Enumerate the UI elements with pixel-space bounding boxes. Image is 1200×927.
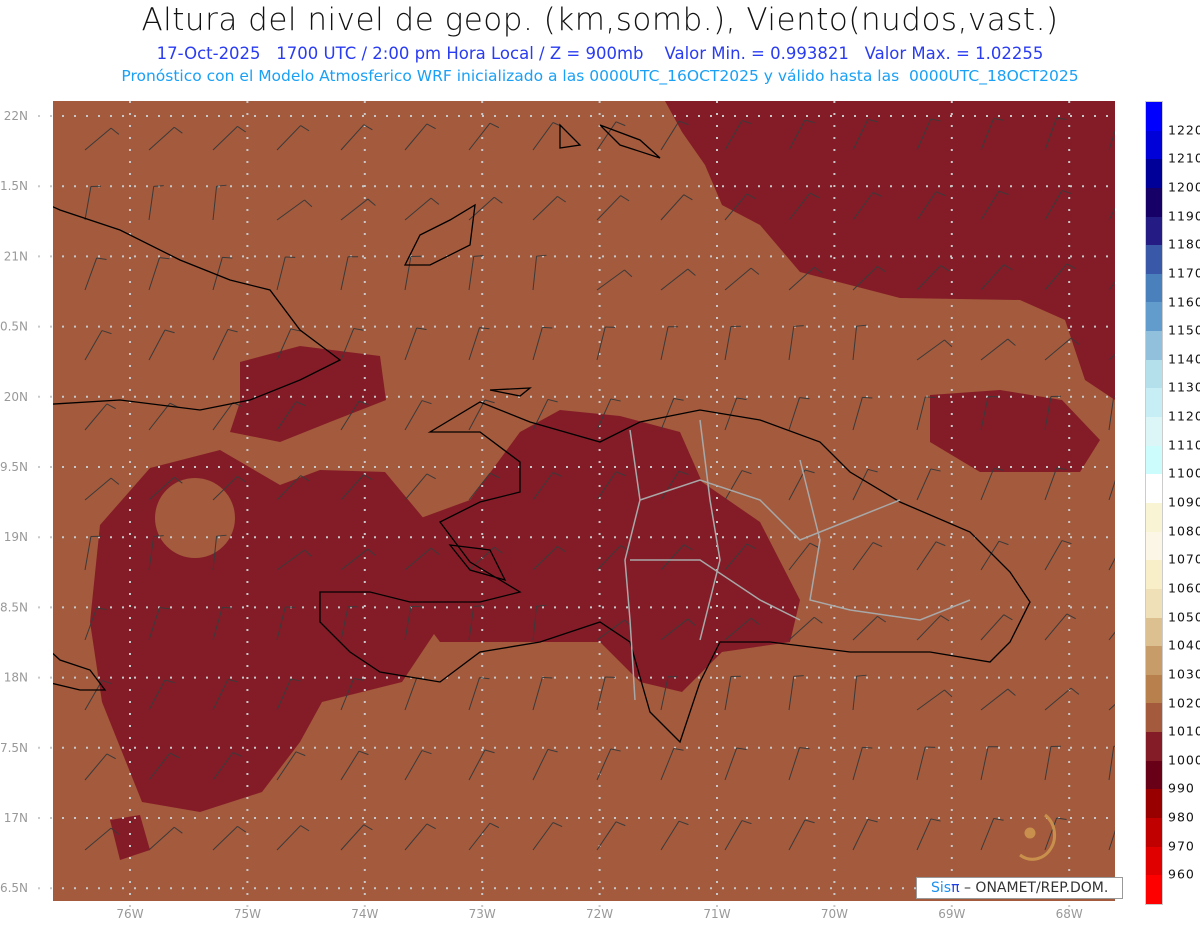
colorbar-label: 960 [1168,866,1195,882]
colorbar-label: 1080 [1168,523,1200,539]
colorbar-label: 1110 [1168,437,1200,453]
credit-sis: Sis [931,880,952,896]
colorbar-swatch [1146,417,1162,446]
colorbar-label: 1150 [1168,322,1200,338]
colorbar-label: 970 [1168,838,1195,854]
colorbar-swatch [1146,331,1162,360]
lon-label: 72W [586,907,613,921]
colorbar-swatch [1146,245,1162,274]
colorbar-label: 980 [1168,809,1195,825]
colorbar-label: 1000 [1168,752,1200,768]
colorbar-label: 1160 [1168,294,1200,309]
lat-label: 7.5N [0,741,28,755]
colorbar [1145,101,1163,905]
lat-label: 20N [4,390,28,404]
credit-box: Sisπ – ONAMET/REP.DOM. [916,877,1123,899]
colorbar-swatch [1146,388,1162,418]
lat-label: 6.5N [0,881,28,895]
lat-label: 9.5N [0,460,28,474]
colorbar-swatch [1146,102,1162,131]
colorbar-swatch [1146,617,1162,647]
lon-label: 71W [703,907,730,921]
lon-label: 75W [234,907,261,921]
lat-label: 8.5N [0,600,28,614]
credit-pi: π [951,880,960,896]
colorbar-swatch [1146,216,1162,246]
lon-label: 76W [116,907,143,921]
colorbar-swatch [1146,187,1162,217]
colorbar-swatch [1146,474,1162,503]
colorbar-label: 1050 [1168,609,1200,625]
colorbar-label: 1140 [1168,351,1200,367]
colorbar-swatch [1146,130,1162,160]
colorbar-label: 1010 [1168,723,1200,739]
colorbar-swatch [1146,302,1162,332]
colorbar-label: 1170 [1168,265,1200,281]
colorbar-swatch [1146,273,1162,303]
colorbar-label: 1210 [1168,150,1200,166]
credit-text: – ONAMET/REP.DOM. [963,880,1109,896]
latitude-labels: 22N 1.5N 21N 0.5N 20N 9.5N 19N 8.5N 18N 7.5N 17N 6.… [0,109,28,895]
colorbar-label: 1030 [1168,666,1200,682]
colorbar-swatch [1146,502,1162,532]
colorbar-swatch [1146,875,1162,904]
map: 22N 1.5N 21N 0.5N 20N 9.5N 19N 8.5N 18N 7.5N 17N 6.… [0,101,1115,921]
lat-label: 17N [4,811,28,825]
lon-label: 73W [469,907,496,921]
lat-label: 19N [4,530,28,544]
colorbar-label: 1180 [1168,236,1200,252]
lon-label: 69W [938,907,965,921]
lat-label: 21N [4,249,28,263]
colorbar-swatch [1146,531,1162,561]
lat-label: 1.5N [0,179,28,193]
colorbar-swatch [1146,846,1162,876]
colorbar-swatch [1146,159,1162,188]
colorbar-swatch [1146,818,1162,847]
colorbar-label: 1100 [1168,465,1200,481]
colorbar-label: 1060 [1168,580,1200,596]
colorbar-label: 1020 [1168,695,1200,710]
colorbar-swatch [1146,732,1162,761]
colorbar-swatch [1146,445,1162,475]
colorbar-swatch [1146,760,1162,790]
colorbar-label: 1130 [1168,379,1200,395]
colorbar-label: 1090 [1168,494,1200,510]
colorbar-swatch [1146,703,1162,733]
colorbar-label: 1040 [1168,637,1200,653]
lat-label: 0.5N [0,320,28,334]
lon-label: 70W [821,907,848,921]
colorbar-label: 1220 [1168,122,1200,138]
colorbar-label: 1190 [1168,208,1200,224]
lat-label: 22N [4,109,28,123]
colorbar-swatch [1146,359,1162,389]
lon-label: 68W [1056,907,1083,921]
colorbar-label: 1120 [1168,408,1200,424]
longitude-labels: 76W 75W 74W 73W 72W 71W 70W 69W 68W [116,907,1082,921]
colorbar-swatch [1146,588,1162,618]
colorbar-label: 990 [1168,780,1195,796]
colorbar-swatch [1146,674,1162,704]
colorbar-swatch [1146,560,1162,589]
colorbar-label: 1070 [1168,551,1200,567]
lat-label: 18N [4,671,28,685]
lon-label: 74W [351,907,378,921]
colorbar-swatch [1146,646,1162,675]
colorbar-swatch [1146,789,1162,819]
colorbar-label: 1200 [1168,179,1200,195]
